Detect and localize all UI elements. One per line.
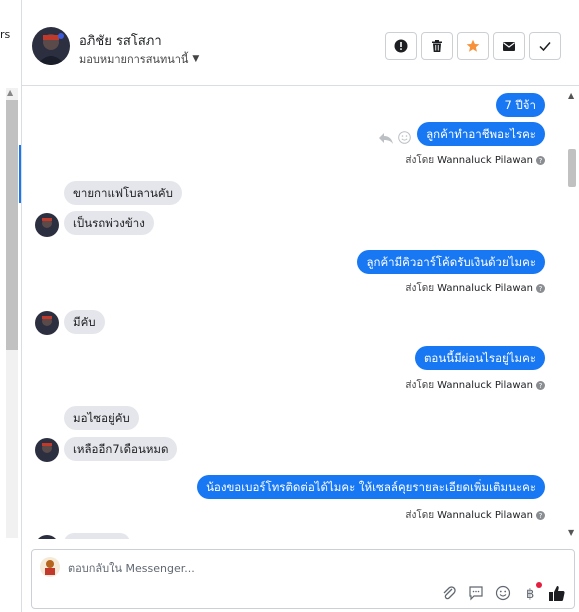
message-bubble-outgoing[interactable]: น้องขอเบอร์โทรติดต่อได้ไมคะ ให้เซลล์คุยร… <box>197 475 545 499</box>
assign-conversation-label: มอบหมายการสนทนานี้ <box>79 53 189 66</box>
sent-by-label: ส่งโดย Wannaluck Pilawan ? <box>405 378 545 393</box>
sent-by-name: Wannaluck Pilawan <box>437 380 533 391</box>
trash-icon <box>432 40 442 52</box>
mark-done-button[interactable] <box>529 32 561 60</box>
contact-avatar[interactable] <box>32 27 70 65</box>
reply-icon[interactable] <box>378 132 394 144</box>
contact-mini-avatar <box>35 213 59 237</box>
contact-mini-avatar <box>35 438 59 462</box>
sent-by-prefix: ส่งโดย <box>405 283 435 294</box>
message-thread[interactable]: 7 ปีจ้า ลูกค้าทำอาชีพอะไรคะ ส่งโดย Wanna… <box>22 87 579 539</box>
reply-composer: ฿ <box>31 549 575 609</box>
help-icon[interactable]: ? <box>536 156 545 165</box>
message-bubble-outgoing[interactable]: ลูกค้าทำอาชีพอะไรคะ <box>417 122 545 146</box>
sent-by-prefix: ส่งโดย <box>405 380 435 391</box>
sent-by-label: ส่งโดย Wannaluck Pilawan ? <box>405 508 545 523</box>
sent-by-name: Wannaluck Pilawan <box>437 283 533 294</box>
exclamation-circle-icon <box>394 39 408 53</box>
message-bubble-incoming[interactable]: มีคับ <box>64 310 105 334</box>
sent-by-name: Wannaluck Pilawan <box>437 510 533 521</box>
contact-name[interactable]: อภิชัย รสโสภา <box>79 30 162 51</box>
help-icon[interactable]: ? <box>536 284 545 293</box>
message-hover-tools <box>378 131 411 144</box>
message-bubble-outgoing[interactable]: 7 ปีจ้า <box>495 93 545 117</box>
emoji-icon <box>495 585 511 601</box>
message-bubble-outgoing[interactable]: ลูกค้ามีคิวอาร์โค้ดรับเงินด้วยไมคะ <box>357 250 545 274</box>
reply-input[interactable] <box>68 558 508 578</box>
conversation-header: อภิชัย รสโสภา มอบหมายการสนทนานี้ ▼ <box>22 0 579 86</box>
mark-unread-button[interactable] <box>493 32 525 60</box>
message-bubble-incoming[interactable]: ขายกาแฟโบลานคับ <box>64 181 182 205</box>
paperclip-icon <box>443 586 456 600</box>
sent-by-label: ส่งโดย Wannaluck Pilawan ? <box>405 281 545 296</box>
contact-mini-avatar <box>35 311 59 335</box>
svg-text:฿: ฿ <box>526 587 534 601</box>
baht-icon: ฿ <box>526 587 534 601</box>
payment-button[interactable]: ฿ <box>521 582 542 602</box>
thumbs-up-icon <box>549 586 565 601</box>
notification-dot <box>536 582 542 588</box>
like-button[interactable] <box>548 584 566 602</box>
composer-toolbar: ฿ <box>440 582 566 602</box>
contact-mini-avatar <box>35 535 59 539</box>
message-bubble-incoming[interactable]: มอไซอยู่คับ <box>64 406 139 430</box>
message-bubble-outgoing[interactable]: ตอนนี้มีผ่อนไรอยู่ไมคะ <box>414 346 545 370</box>
left-scrollbar-thumb[interactable] <box>6 100 18 350</box>
delete-button[interactable] <box>421 32 453 60</box>
assign-conversation-dropdown[interactable]: มอบหมายการสนทนานี้ ▼ <box>79 50 199 68</box>
left-scroll-up-icon[interactable]: ▲ <box>7 88 13 97</box>
scroll-down-icon[interactable]: ▼ <box>568 528 574 537</box>
saved-replies-button[interactable] <box>467 584 485 602</box>
help-icon[interactable]: ? <box>536 511 545 520</box>
left-panel-text-fragment: rs <box>0 28 11 41</box>
star-button[interactable] <box>457 32 489 60</box>
sent-by-label: ส่งโดย Wannaluck Pilawan ? <box>405 153 545 168</box>
left-panel-edge: rs ▲ <box>0 0 22 612</box>
sent-by-prefix: ส่งโดย <box>405 155 435 166</box>
emoji-button[interactable] <box>494 584 512 602</box>
page-avatar <box>40 557 60 577</box>
attach-button[interactable] <box>440 584 458 602</box>
message-scrollbar[interactable]: ▲ ▼ <box>567 87 577 539</box>
message-scrollbar-thumb[interactable] <box>568 149 576 187</box>
help-icon[interactable]: ? <box>536 381 545 390</box>
selected-conversation-indicator <box>19 145 21 203</box>
scroll-up-icon[interactable]: ▲ <box>568 91 574 100</box>
sent-by-prefix: ส่งโดย <box>405 510 435 521</box>
message-bubble-incoming[interactable]: เป็นรถพ่วงข้าง <box>64 211 154 235</box>
sent-by-name: Wannaluck Pilawan <box>437 155 533 166</box>
envelope-icon <box>503 42 515 51</box>
star-icon <box>466 39 480 52</box>
caret-down-icon: ▼ <box>192 54 200 64</box>
message-bubble-incoming[interactable]: เหลืออีก7เดือนหมด <box>64 437 178 461</box>
emoji-reaction-icon[interactable] <box>398 131 411 144</box>
checkmark-icon <box>539 42 551 52</box>
message-bubble-incoming-partial[interactable] <box>64 533 130 539</box>
report-button[interactable] <box>385 32 417 60</box>
speech-bubble-icon <box>469 586 483 601</box>
